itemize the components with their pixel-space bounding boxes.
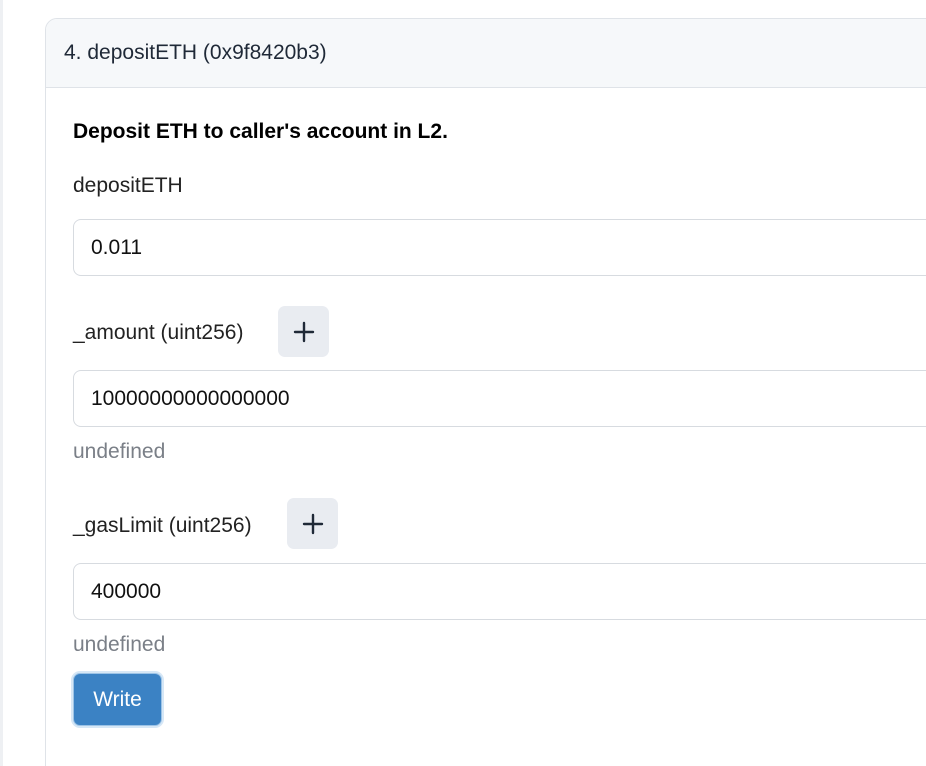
plus-icon [302, 513, 323, 534]
amount-label: _amount (uint256) [73, 321, 244, 344]
gas-limit-input[interactable] [91, 579, 911, 604]
amount-add-button[interactable] [278, 306, 329, 357]
amount-hint: undefined [73, 440, 166, 463]
function-card: 4. depositETH (0x9f8420b3) Deposit ETH t… [45, 18, 926, 766]
left-divider [0, 0, 3, 766]
function-title: 4. depositETH (0x9f8420b3) [64, 41, 327, 64]
page: 4. depositETH (0x9f8420b3) Deposit ETH t… [0, 0, 926, 766]
function-description: Deposit ETH to caller's account in L2. [73, 120, 448, 143]
amount-input[interactable] [91, 386, 911, 411]
gas-limit-label: _gasLimit (uint256) [73, 514, 252, 537]
payable-value-field[interactable] [73, 219, 926, 276]
gas-limit-field[interactable] [73, 563, 926, 620]
amount-field[interactable] [73, 370, 926, 427]
payable-value-input[interactable] [91, 235, 911, 260]
gas-limit-add-button[interactable] [287, 498, 338, 549]
gas-limit-hint: undefined [73, 633, 166, 656]
payable-label: depositETH [73, 174, 183, 197]
function-header[interactable]: 4. depositETH (0x9f8420b3) [46, 19, 926, 88]
write-button[interactable]: Write [73, 673, 162, 726]
plus-icon [293, 321, 314, 342]
